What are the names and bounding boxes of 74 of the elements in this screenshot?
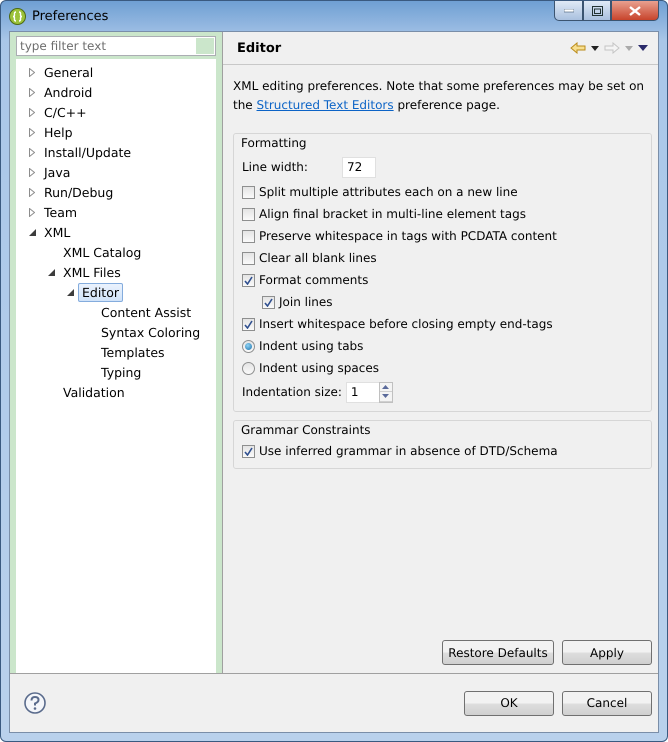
tree-item[interactable]: C/C++ xyxy=(40,102,91,122)
structured-text-editors-link[interactable]: Structured Text Editors xyxy=(256,98,394,112)
collapse-arrow-icon[interactable] xyxy=(66,288,74,296)
tree-item[interactable]: Run/Debug xyxy=(40,182,118,202)
option-label: Preserve whitespace in tags with PCDATA content xyxy=(259,229,557,243)
tree-item[interactable]: Validation xyxy=(59,382,129,402)
option-label: Clear all blank lines xyxy=(259,251,377,265)
expand-arrow-icon[interactable] xyxy=(29,108,35,116)
app-logo-icon xyxy=(9,8,26,24)
expand-arrow-icon[interactable] xyxy=(29,88,35,96)
line-width-field[interactable]: 72 xyxy=(342,156,376,178)
option-label: Align final bracket in multi-line element tags xyxy=(259,207,526,221)
tree-item[interactable]: XML Catalog xyxy=(59,242,146,262)
indentation-size-label: Indentation size: xyxy=(242,385,342,399)
expand-arrow-icon[interactable] xyxy=(29,168,35,176)
close-icon xyxy=(629,6,641,16)
window-title: Preferences xyxy=(32,8,108,24)
expand-arrow-icon[interactable] xyxy=(29,188,35,196)
group-title: Formatting xyxy=(241,136,308,152)
tree-item[interactable]: Help xyxy=(40,122,76,142)
tree-item[interactable]: XML Files xyxy=(59,262,125,282)
dialog-button[interactable]: Cancel xyxy=(562,690,652,716)
checkbox[interactable] xyxy=(242,274,255,286)
expand-arrow-icon[interactable] xyxy=(29,208,35,216)
expand-arrow-icon[interactable] xyxy=(29,128,35,136)
expand-arrow-icon[interactable] xyxy=(29,68,35,76)
option-label: Indent using tabs xyxy=(259,339,364,353)
checkbox[interactable] xyxy=(242,230,255,242)
checkbox[interactable] xyxy=(242,444,255,458)
option-label: Use inferred grammar in absence of DTD/Schema xyxy=(259,444,558,458)
help-icon[interactable] xyxy=(24,692,46,714)
page-title: Editor xyxy=(237,40,282,56)
radio-button[interactable] xyxy=(242,362,255,374)
checkbox[interactable] xyxy=(242,208,255,220)
back-arrow-icon[interactable] xyxy=(570,42,586,54)
checkbox[interactable] xyxy=(242,318,255,330)
checkbox[interactable] xyxy=(242,252,255,264)
close-button[interactable] xyxy=(611,1,659,21)
page-button[interactable]: Apply xyxy=(562,640,652,665)
tree-item[interactable]: Editor xyxy=(78,282,123,302)
checkbox[interactable] xyxy=(242,186,255,198)
option-label: Join lines xyxy=(279,295,333,309)
indentation-size-field[interactable]: 1 xyxy=(346,382,379,402)
maximize-button[interactable] xyxy=(583,1,611,21)
checkbox[interactable] xyxy=(262,296,275,308)
option-label: Split multiple attributes each on a new line xyxy=(259,185,518,199)
tree-item[interactable]: Android xyxy=(40,82,96,102)
tree-item[interactable]: XML xyxy=(40,222,74,242)
collapse-arrow-icon[interactable] xyxy=(48,268,54,276)
menu-caret-icon[interactable] xyxy=(638,45,648,51)
option-label: Indent using spaces xyxy=(259,361,379,375)
tree-item[interactable]: General xyxy=(40,62,98,82)
caret-icon[interactable] xyxy=(591,46,599,50)
spin-buttons[interactable] xyxy=(378,382,393,402)
minimize-icon xyxy=(564,8,574,12)
group-title: Grammar Constraints xyxy=(241,423,372,439)
tree-item[interactable]: Content Assist xyxy=(97,302,196,322)
option-label: Format comments xyxy=(259,273,368,287)
page-button[interactable]: Restore Defaults xyxy=(442,640,554,665)
tree-item[interactable]: Typing xyxy=(97,362,146,382)
maximize-icon xyxy=(592,6,602,16)
tree-item[interactable]: Syntax Coloring xyxy=(97,322,204,342)
collapse-arrow-icon[interactable] xyxy=(28,228,36,236)
option-label: Insert whitespace before closing empty end-tags xyxy=(259,317,553,331)
tree-item[interactable]: Team xyxy=(40,202,82,222)
radio-button[interactable] xyxy=(242,340,255,352)
line-width-label: Line width: xyxy=(242,160,309,174)
minimize-button[interactable] xyxy=(554,1,583,21)
tree-item[interactable]: Java xyxy=(40,162,74,182)
tree-item[interactable]: Install/Update xyxy=(40,142,136,162)
tree-item[interactable]: Templates xyxy=(97,342,169,362)
dialog-button[interactable]: OK xyxy=(464,690,554,716)
description-text: XML editing preferences. Note that some preferences may be set on the Structured Text Editors preference page. xyxy=(233,78,646,114)
expand-arrow-icon[interactable] xyxy=(29,148,35,156)
